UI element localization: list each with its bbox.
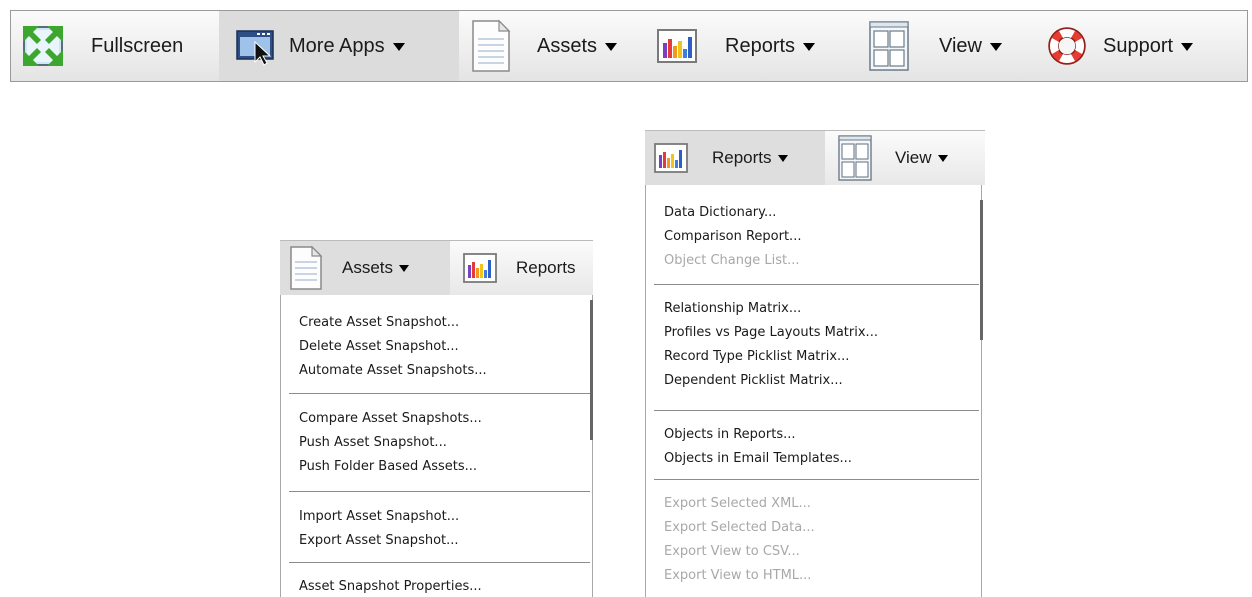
chevron-down-icon	[777, 155, 788, 163]
menu-item-object-change-list: Object Change List...	[664, 253, 800, 268]
view-label: View	[939, 34, 1002, 58]
background-scrollbar	[590, 300, 593, 440]
chevron-down-icon	[399, 265, 410, 273]
document-icon	[472, 19, 511, 72]
reports-toolbar: Reports View	[645, 130, 985, 185]
background-scrollbar	[980, 200, 983, 340]
menu-item-asset-snapshot-properties[interactable]: Asset Snapshot Properties...	[299, 578, 482, 595]
menu-item-relationship-matrix[interactable]: Relationship Matrix...	[664, 300, 801, 317]
menu-item-comparison-report[interactable]: Comparison Report...	[664, 228, 801, 245]
menu-separator	[289, 393, 590, 394]
chevron-down-icon	[605, 42, 618, 51]
menu-item-objects-in-reports[interactable]: Objects in Reports...	[664, 426, 796, 443]
menu-item-export-selected-data: Export Selected Data...	[664, 520, 815, 535]
reports-label: Reports	[725, 34, 816, 58]
bar-chart-icon	[657, 29, 697, 63]
menu-item-export-selected-xml: Export Selected XML...	[664, 496, 811, 511]
menu-item-record-type-picklist-matrix[interactable]: Record Type Picklist Matrix...	[664, 348, 849, 365]
assets-button[interactable]: Assets	[459, 11, 655, 81]
chevron-down-icon	[803, 42, 816, 51]
menu-item-export-asset-snapshot[interactable]: Export Asset Snapshot...	[299, 532, 459, 549]
more-apps-label: More Apps	[289, 34, 405, 58]
reports-button[interactable]: Reports	[458, 241, 593, 295]
assets-dropdown-menu: Create Asset Snapshot... Delete Asset Sn…	[280, 295, 593, 597]
menu-separator	[654, 479, 979, 480]
chevron-down-icon	[392, 42, 405, 51]
reports-button[interactable]: Reports	[655, 11, 867, 81]
assets-toolbar: Assets Reports	[280, 240, 593, 295]
menu-separator	[289, 491, 590, 492]
fullscreen-button[interactable]: Fullscreen	[11, 11, 219, 81]
menu-item-create-asset-snapshot[interactable]: Create Asset Snapshot...	[299, 314, 459, 331]
grid-layout-icon	[869, 21, 909, 71]
bar-chart-icon	[654, 143, 688, 173]
menu-item-export-view-to-csv: Export View to CSV...	[664, 544, 800, 559]
menu-separator	[289, 562, 590, 563]
main-toolbar: Fullscreen More Apps Assets Reports View…	[10, 10, 1248, 82]
document-icon	[290, 245, 323, 290]
menu-item-dependent-picklist-matrix[interactable]: Dependent Picklist Matrix...	[664, 372, 843, 389]
menu-item-objects-in-email-templates[interactable]: Objects in Email Templates...	[664, 450, 852, 467]
reports-label: Reports	[712, 148, 788, 168]
reports-button[interactable]: Reports	[645, 131, 825, 185]
menu-separator	[654, 410, 979, 411]
menu-separator	[654, 284, 979, 285]
menu-item-import-asset-snapshot[interactable]: Import Asset Snapshot...	[299, 508, 459, 525]
menu-item-delete-asset-snapshot[interactable]: Delete Asset Snapshot...	[299, 338, 459, 355]
chevron-down-icon	[990, 42, 1002, 51]
view-label: View	[895, 148, 948, 168]
assets-button[interactable]: Assets	[280, 241, 450, 295]
menu-item-push-asset-snapshot[interactable]: Push Asset Snapshot...	[299, 434, 447, 451]
menu-item-data-dictionary[interactable]: Data Dictionary...	[664, 204, 776, 221]
fullscreen-icon	[23, 26, 63, 66]
grid-layout-icon	[838, 135, 872, 181]
chevron-down-icon	[1181, 42, 1194, 51]
menu-item-profiles-vs-page-layouts-matrix[interactable]: Profiles vs Page Layouts Matrix...	[664, 324, 878, 341]
more-apps-icon	[236, 30, 274, 66]
reports-label: Reports	[516, 258, 576, 277]
menu-item-push-folder-based-assets[interactable]: Push Folder Based Assets...	[299, 458, 477, 475]
reports-dropdown-menu: Data Dictionary... Comparison Report... …	[645, 185, 982, 597]
lifebuoy-icon	[1048, 27, 1086, 65]
more-apps-button[interactable]: More Apps	[219, 11, 459, 81]
assets-label: Assets	[342, 258, 410, 278]
menu-item-automate-asset-snapshots[interactable]: Automate Asset Snapshots...	[299, 362, 487, 379]
view-button[interactable]: View	[867, 11, 1041, 81]
bar-chart-icon	[463, 253, 497, 283]
menu-item-compare-asset-snapshots[interactable]: Compare Asset Snapshots...	[299, 410, 482, 427]
fullscreen-label: Fullscreen	[91, 35, 184, 57]
support-label: Support	[1103, 34, 1194, 58]
support-button[interactable]: Support	[1041, 11, 1241, 81]
chevron-down-icon	[937, 155, 948, 163]
assets-label: Assets	[537, 34, 618, 58]
menu-item-export-view-to-html: Export View to HTML...	[664, 568, 812, 583]
view-button[interactable]: View	[831, 131, 985, 185]
